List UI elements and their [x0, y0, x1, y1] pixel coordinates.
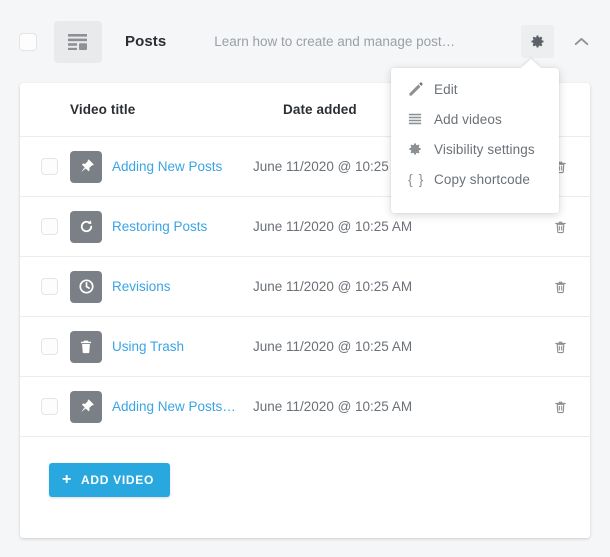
braces-icon: { } [408, 171, 425, 187]
row-icon-cell [70, 330, 112, 363]
gear-icon [531, 35, 544, 48]
row-checkbox[interactable] [41, 158, 58, 175]
row-video-title[interactable]: Revisions [112, 279, 253, 294]
collapse-toggle-button[interactable] [566, 27, 596, 57]
restore-icon [70, 210, 102, 243]
menu-item-visibility-settings[interactable]: Visibility settings [391, 134, 559, 164]
pin-icon [70, 150, 102, 183]
table-row: Using Trash June 11/2020 @ 10:25 AM [20, 317, 590, 377]
select-all-checkbox[interactable] [19, 32, 37, 51]
row-checkbox[interactable] [41, 278, 58, 295]
pencil-icon [408, 81, 434, 97]
plus-icon: + [62, 470, 73, 488]
list-icon [408, 112, 434, 126]
chevron-up-icon [574, 38, 588, 46]
trash-icon [70, 330, 102, 363]
row-date-added: June 11/2020 @ 10:25 AM [253, 219, 413, 234]
menu-item-edit-label: Edit [434, 81, 458, 97]
posts-list-icon [54, 20, 102, 63]
row-date-added: June 11/2020 @ 10:25 AM [253, 399, 413, 414]
menu-item-copy-shortcode-label: Copy shortcode [434, 171, 530, 187]
menu-item-copy-shortcode[interactable]: { } Copy shortcode [391, 164, 559, 194]
app-root: Posts Learn how to create and manage pos… [0, 0, 610, 557]
trash-icon-glyph [554, 221, 566, 233]
add-video-label: ADD VIDEO [81, 472, 155, 487]
row-delete-button[interactable] [530, 219, 590, 235]
row-video-title[interactable]: Using Trash [112, 339, 253, 354]
row-checkbox-cell [20, 218, 70, 235]
row-checkbox-cell [20, 278, 70, 295]
add-video-button[interactable]: + ADD VIDEO [49, 462, 171, 497]
column-header-video-title: Video title [70, 102, 136, 117]
row-icon-cell [70, 150, 112, 183]
table-row: Adding New Posts… June 11/2020 @ 10:25 AM [20, 377, 590, 437]
table-row: Revisions June 11/2020 @ 10:25 AM [20, 257, 590, 317]
row-icon-cell [70, 270, 112, 303]
row-checkbox-cell [20, 398, 70, 415]
trash-icon-glyph [554, 401, 566, 413]
row-delete-button[interactable] [530, 339, 590, 355]
row-delete-button[interactable] [530, 279, 590, 295]
menu-item-add-videos[interactable]: Add videos [391, 104, 559, 134]
row-checkbox[interactable] [41, 338, 58, 355]
row-checkbox[interactable] [41, 398, 58, 415]
gear-icon [408, 142, 434, 156]
row-date-added: June 11/2020 @ 10:25 AM [253, 339, 413, 354]
pin-icon [70, 390, 102, 423]
menu-item-edit[interactable]: Edit [391, 74, 559, 104]
settings-menu-button[interactable] [521, 25, 554, 58]
history-clock-icon [70, 270, 102, 303]
row-video-title[interactable]: Adding New Posts… [112, 399, 253, 414]
posts-list-icon-glyph [68, 33, 87, 50]
row-checkbox-cell [20, 338, 70, 355]
row-video-title[interactable]: Adding New Posts [112, 159, 253, 174]
row-video-title[interactable]: Restoring Posts [112, 219, 253, 234]
menu-item-add-videos-label: Add videos [434, 111, 502, 127]
row-checkbox-cell [20, 158, 70, 175]
row-icon-cell [70, 210, 112, 243]
row-delete-button[interactable] [530, 399, 590, 415]
header-description: Learn how to create and manage post… [214, 34, 456, 49]
row-date-added: June 11/2020 @ 10:25 AM [253, 279, 413, 294]
trash-icon-glyph [554, 281, 566, 293]
row-icon-cell [70, 390, 112, 423]
page-title: Posts [125, 33, 167, 50]
card-footer: + ADD VIDEO [20, 437, 590, 522]
trash-icon-glyph [554, 341, 566, 353]
row-checkbox[interactable] [41, 218, 58, 235]
settings-dropdown-menu: Edit Add videos Visibility settings {} … [391, 68, 559, 213]
menu-item-visibility-settings-label: Visibility settings [434, 141, 535, 157]
